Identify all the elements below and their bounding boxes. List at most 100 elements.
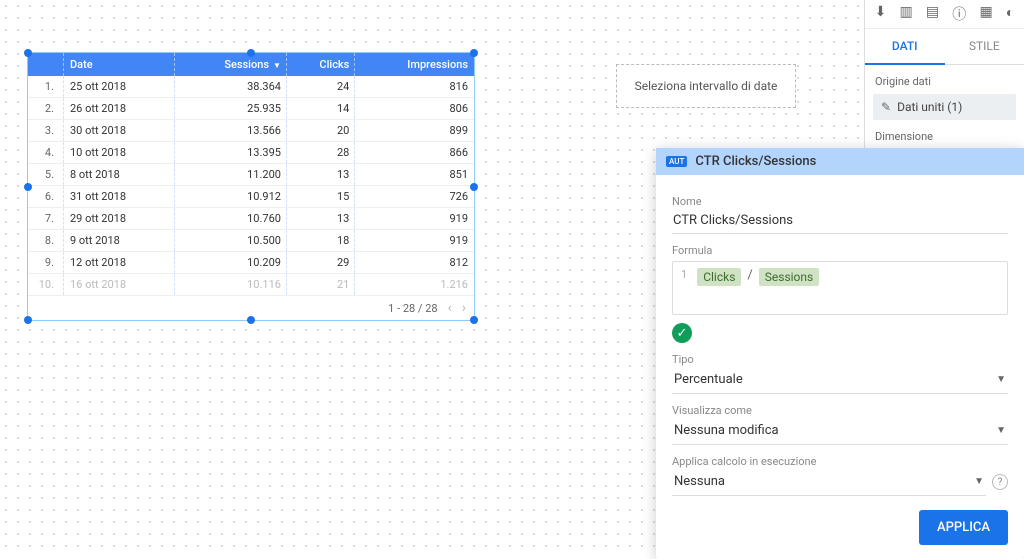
- formula-editor[interactable]: 1 Clicks / Sessions: [672, 261, 1008, 315]
- chart-type-icon[interactable]: ⓘ: [952, 4, 966, 24]
- cell-sessions: 13.395: [175, 142, 287, 164]
- cell-clicks: 18: [287, 230, 355, 252]
- cell-clicks: 15: [287, 186, 355, 208]
- tab-data[interactable]: DATI: [865, 29, 945, 65]
- cell-clicks: 20: [287, 120, 355, 142]
- row-index: 2.: [28, 98, 64, 120]
- cell-clicks: 13: [287, 164, 355, 186]
- cell-impressions: 919: [355, 208, 474, 230]
- cell-date: 25 ott 2018: [64, 76, 175, 98]
- cell-date: 31 ott 2018: [64, 186, 175, 208]
- running-label: Applica calcolo in esecuzione: [672, 455, 1008, 468]
- table-row[interactable]: 10.16 ott 201810.116211.216: [28, 274, 474, 296]
- cell-sessions: 10.209: [175, 252, 287, 274]
- name-label: Nome: [672, 195, 1008, 208]
- chevron-down-icon: ▼: [974, 476, 984, 487]
- chart-type-icon[interactable]: ▦: [979, 4, 992, 24]
- display-dropdown[interactable]: Nessuna modifica ▼: [672, 417, 1008, 445]
- cell-clicks: 21: [287, 274, 355, 296]
- table-row[interactable]: 7.29 ott 201810.76013919: [28, 208, 474, 230]
- name-input[interactable]: [672, 208, 1008, 234]
- column-header-sessions[interactable]: Sessions ▼: [175, 53, 287, 76]
- display-value: Nessuna modifica: [674, 423, 779, 438]
- formula-token-sessions[interactable]: Sessions: [759, 268, 819, 286]
- cell-sessions: 13.566: [175, 120, 287, 142]
- type-dropdown[interactable]: Percentuale ▼: [672, 366, 1008, 394]
- resize-handle[interactable]: [24, 316, 32, 324]
- line-number: 1: [681, 268, 687, 281]
- cell-clicks: 24: [287, 76, 355, 98]
- cell-date: 10 ott 2018: [64, 142, 175, 164]
- next-page-icon[interactable]: ›: [462, 300, 466, 316]
- chart-type-icon[interactable]: ▥: [899, 4, 912, 24]
- table-row[interactable]: 9.12 ott 201810.20929812: [28, 252, 474, 274]
- chevron-down-icon: ▼: [996, 374, 1006, 385]
- row-index: 3.: [28, 120, 64, 142]
- date-range-placeholder[interactable]: Seleziona intervallo di date: [616, 64, 796, 108]
- data-source-name: Dati uniti (1): [897, 100, 962, 114]
- table-row[interactable]: 5.8 ott 201811.20013851: [28, 164, 474, 186]
- cell-impressions: 726: [355, 186, 474, 208]
- cell-sessions: 10.116: [175, 274, 287, 296]
- column-header-date[interactable]: Date: [64, 53, 175, 76]
- data-source-chip[interactable]: ✎ Dati uniti (1): [873, 94, 1016, 120]
- cell-clicks: 13: [287, 208, 355, 230]
- cell-date: 12 ott 2018: [64, 252, 175, 274]
- cell-impressions: 806: [355, 98, 474, 120]
- cell-date: 29 ott 2018: [64, 208, 175, 230]
- resize-handle[interactable]: [247, 316, 255, 324]
- auto-badge: AUT: [666, 156, 687, 167]
- table-row[interactable]: 4.10 ott 201813.39528866: [28, 142, 474, 164]
- origin-label: Origine dati: [865, 65, 1024, 94]
- cell-impressions: 866: [355, 142, 474, 164]
- table-widget[interactable]: Date Sessions ▼ Clicks Impressions 1.25 …: [27, 52, 475, 321]
- cell-sessions: 10.760: [175, 208, 287, 230]
- prev-page-icon[interactable]: ‹: [448, 300, 452, 316]
- sort-desc-icon: ▼: [271, 61, 281, 70]
- cell-date: 26 ott 2018: [64, 98, 175, 120]
- table-row[interactable]: 2.26 ott 201825.93514806: [28, 98, 474, 120]
- cell-impressions: 919: [355, 230, 474, 252]
- cell-sessions: 10.912: [175, 186, 287, 208]
- type-value: Percentuale: [674, 372, 743, 387]
- running-value: Nessuna: [674, 474, 725, 489]
- row-index: 7.: [28, 208, 64, 230]
- chart-type-icon[interactable]: ▤: [926, 4, 939, 24]
- cell-date: 8 ott 2018: [64, 164, 175, 186]
- valid-check-icon: ✓: [672, 323, 692, 343]
- cell-impressions: 812: [355, 252, 474, 274]
- row-index: 8.: [28, 230, 64, 252]
- formula-token-clicks[interactable]: Clicks: [697, 268, 741, 286]
- type-label: Tipo: [672, 353, 1008, 366]
- dimension-label: Dimensione: [865, 120, 1024, 149]
- cell-impressions: 816: [355, 76, 474, 98]
- running-dropdown[interactable]: Nessuna ▼: [672, 468, 986, 496]
- row-index: 10.: [28, 274, 64, 296]
- chart-type-icon[interactable]: ◐: [1006, 4, 1014, 24]
- column-header-clicks[interactable]: Clicks: [287, 53, 355, 76]
- cell-sessions: 25.935: [175, 98, 287, 120]
- help-icon[interactable]: ?: [992, 474, 1008, 490]
- table-row[interactable]: 3.30 ott 201813.56620899: [28, 120, 474, 142]
- chart-type-icon[interactable]: ⬇: [875, 4, 887, 24]
- calc-title: CTR Clicks/Sessions: [695, 154, 816, 169]
- formula-label: Formula: [672, 244, 1008, 257]
- chevron-down-icon: ▼: [996, 425, 1006, 436]
- cell-clicks: 14: [287, 98, 355, 120]
- row-index: 6.: [28, 186, 64, 208]
- row-index: 5.: [28, 164, 64, 186]
- resize-handle[interactable]: [470, 316, 478, 324]
- table-row[interactable]: 6.31 ott 201810.91215726: [28, 186, 474, 208]
- table-row[interactable]: 1.25 ott 201838.36424816: [28, 76, 474, 98]
- cell-sessions: 11.200: [175, 164, 287, 186]
- column-header-impressions[interactable]: Impressions: [355, 53, 474, 76]
- edit-icon: ✎: [881, 100, 891, 114]
- calc-panel-header: AUT CTR Clicks/Sessions: [656, 148, 1024, 175]
- table-row[interactable]: 8.9 ott 201810.50018919: [28, 230, 474, 252]
- row-index: 4.: [28, 142, 64, 164]
- cell-impressions: 899: [355, 120, 474, 142]
- cell-clicks: 29: [287, 252, 355, 274]
- apply-button[interactable]: APPLICA: [919, 510, 1008, 545]
- tab-style[interactable]: STILE: [945, 29, 1024, 65]
- cell-sessions: 10.500: [175, 230, 287, 252]
